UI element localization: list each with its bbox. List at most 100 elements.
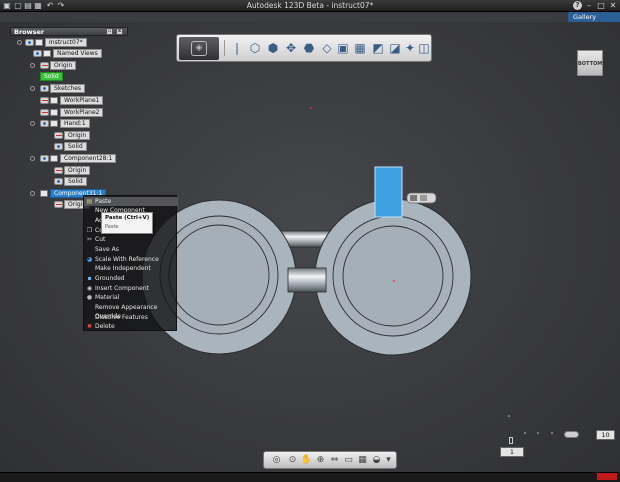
- views-icon[interactable]: ▭: [342, 454, 355, 467]
- more-options-icon[interactable]: ▾: [382, 454, 395, 467]
- tooltip-description: Paste: [105, 224, 119, 230]
- visual-style-icon[interactable]: ▦: [356, 454, 369, 467]
- menu-item-make-independent[interactable]: Make Independent: [84, 264, 178, 273]
- browser-header: Browser ▫ x: [10, 27, 128, 36]
- visibility-eye-off-icon[interactable]: [40, 97, 49, 104]
- navigation-bar: ◎ ⊙ ✋ ⊕ ⇔ ▭ ▦ ◒ ▾: [263, 451, 397, 469]
- material-icon: ●: [86, 294, 93, 301]
- tree-node-label: WorkPlane2: [60, 108, 104, 117]
- visibility-eye-icon[interactable]: [54, 178, 63, 185]
- visibility-eye-icon[interactable]: [25, 39, 34, 46]
- tree-node-named-views[interactable]: Named Views: [33, 49, 102, 58]
- look-icon[interactable]: ⊙: [286, 454, 299, 467]
- viewcube[interactable]: BOTTOM: [577, 50, 603, 76]
- menu-item-save-as[interactable]: Save As: [84, 245, 178, 254]
- modify-tool-icon[interactable]: ⬣: [301, 40, 317, 56]
- tree-node-origin[interactable]: Origin: [30, 61, 77, 70]
- visibility-eye-icon[interactable]: [33, 50, 42, 57]
- viewcube-face-label: BOTTOM: [578, 61, 603, 67]
- menu-item-dissolve-features[interactable]: Dissolve Features: [84, 313, 178, 322]
- status-bar: [0, 472, 620, 482]
- selected-body-preview[interactable]: [374, 166, 403, 218]
- menu-item-remove-appearance-override[interactable]: Remove Appearance Override: [84, 303, 178, 320]
- tree-node-workplane2[interactable]: WorkPlane2: [40, 108, 104, 117]
- tree-node-workplane1[interactable]: WorkPlane1: [40, 96, 104, 105]
- tree-node-label: Hand:1: [60, 119, 90, 128]
- tree-node-solid[interactable]: Solid: [40, 72, 63, 81]
- scale-dot: [508, 415, 510, 417]
- visibility-eye-off-icon[interactable]: [54, 201, 63, 208]
- zoom-level-field[interactable]: 10: [596, 430, 615, 440]
- visibility-eye-icon[interactable]: [40, 85, 49, 92]
- tree-node-label: Solid: [64, 177, 87, 186]
- grounded-icon: ▪: [87, 275, 92, 282]
- orbit-icon[interactable]: ◎: [270, 454, 283, 467]
- tree-node-label: Solid: [64, 142, 87, 151]
- app-logo-button[interactable]: ◈: [179, 37, 219, 60]
- tree-node-hand-origin[interactable]: Origin: [54, 131, 91, 140]
- visibility-eye-off-icon[interactable]: [40, 62, 49, 69]
- tree-node-c28-solid[interactable]: Solid: [54, 177, 87, 186]
- text-tool-icon[interactable]: ◪: [387, 40, 403, 56]
- main-toolbar: ◈ ❘ ⬡ ⬢ ✥ ⬣ ◇ ▣ ▦ ◩ ◪ ✦ ◫: [176, 34, 432, 62]
- menu-item-grounded[interactable]: ▪ Grounded: [84, 274, 178, 283]
- sketch-tool-icon[interactable]: ⬢: [265, 40, 281, 56]
- visibility-eye-off-icon[interactable]: [54, 132, 63, 139]
- tooltip-title: Paste (Ctrl+V): [105, 215, 150, 221]
- menu-item-scale-with-reference[interactable]: ◕ Scale With Reference: [84, 255, 178, 264]
- workplane-icon: [50, 97, 58, 104]
- visibility-eye-icon[interactable]: [40, 120, 49, 127]
- grid-spacing-field[interactable]: 1: [500, 447, 524, 457]
- visibility-eye-icon[interactable]: [40, 155, 49, 162]
- group-tool-icon[interactable]: ▣: [335, 40, 351, 56]
- visibility-eye-off-icon[interactable]: [54, 167, 63, 174]
- construct-tool-icon[interactable]: ✥: [283, 40, 299, 56]
- pattern-tool-icon[interactable]: ◇: [319, 40, 335, 56]
- tree-bullet: [30, 121, 35, 126]
- scale-dot: [537, 432, 539, 434]
- visibility-eye-off-icon[interactable]: [40, 109, 49, 116]
- manipulator-move-icon[interactable]: [410, 195, 417, 201]
- visibility-eye-icon[interactable]: [54, 143, 63, 150]
- right-disk-center[interactable]: [342, 225, 444, 327]
- menu-item-paste[interactable]: ▤ Paste: [84, 197, 178, 206]
- tree-node-hand-solid[interactable]: Solid: [54, 142, 87, 151]
- status-alert-badge[interactable]: [597, 473, 617, 480]
- browser-close-button[interactable]: x: [116, 28, 123, 35]
- grid-scale-handle[interactable]: [564, 431, 579, 438]
- menu-item-material[interactable]: ● Material: [84, 293, 178, 302]
- tree-node-label: Named Views: [53, 49, 102, 58]
- component-icon: [40, 190, 48, 197]
- tree-node-component28[interactable]: Component28:1: [30, 154, 117, 163]
- tree-node-sketches[interactable]: Sketches: [30, 84, 86, 93]
- menu-item-insert-component[interactable]: ◉ Insert Component: [84, 284, 178, 293]
- measure-tool-icon[interactable]: ◩: [370, 40, 386, 56]
- menu-item-delete[interactable]: ✖ Delete: [84, 322, 178, 331]
- workplane-icon: [50, 109, 58, 116]
- material-tool-icon[interactable]: ◫: [416, 40, 432, 56]
- tree-node-label: Component28:1: [60, 154, 117, 163]
- tree-bullet: [30, 191, 35, 196]
- fit-icon[interactable]: ⇔: [328, 454, 341, 467]
- zoom-icon[interactable]: ⊕: [314, 454, 327, 467]
- tree-node-label: Origin: [64, 166, 91, 175]
- document-icon: [35, 39, 43, 46]
- menu-item-cut[interactable]: ✂ Cut: [84, 235, 178, 244]
- scale-dot: [524, 432, 526, 434]
- tree-node-root[interactable]: Instruct07*: [17, 38, 87, 47]
- browser-title: Browser: [14, 28, 45, 36]
- tree-node-label: Sketches: [50, 84, 86, 93]
- manipulator-rotate-icon[interactable]: [420, 195, 427, 201]
- lower-connector-pipe-front[interactable]: [287, 267, 327, 293]
- primitive-tool-icon[interactable]: ❘: [229, 40, 245, 56]
- pan-icon[interactable]: ✋: [300, 454, 313, 467]
- browser-pin-button[interactable]: ▫: [106, 28, 113, 35]
- tree-node-label: Solid: [40, 72, 63, 81]
- tree-node-hand[interactable]: Hand:1: [30, 119, 90, 128]
- tree-node-c28-origin[interactable]: Origin: [54, 166, 91, 175]
- box-tool-icon[interactable]: ⬡: [247, 40, 263, 56]
- left-disk-center[interactable]: [168, 224, 270, 326]
- combine-tool-icon[interactable]: ▦: [352, 40, 368, 56]
- tree-bullet: [17, 40, 22, 45]
- scale-dot: [551, 432, 553, 434]
